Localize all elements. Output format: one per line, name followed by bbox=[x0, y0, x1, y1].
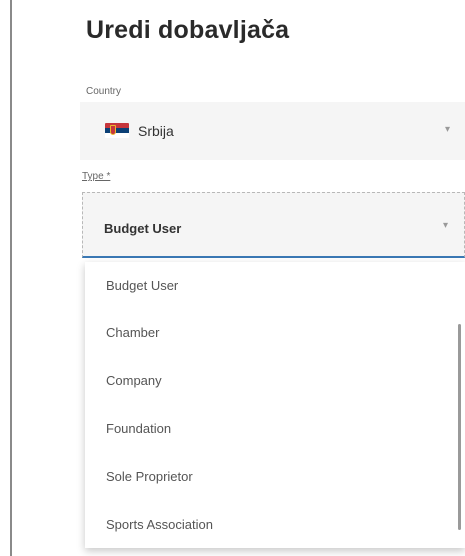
type-label: Type * bbox=[82, 171, 111, 182]
type-option-foundation[interactable]: Foundation bbox=[85, 404, 465, 452]
serbia-flag-icon bbox=[105, 123, 129, 138]
type-option-sports-association[interactable]: Sports Association bbox=[85, 500, 465, 548]
type-selected-value: Budget User bbox=[104, 221, 182, 236]
edit-supplier-page: Uredi dobavljača Country Srbija ▾ Type *… bbox=[0, 0, 465, 556]
left-divider bbox=[10, 0, 12, 556]
type-option-chamber[interactable]: Chamber bbox=[85, 308, 465, 356]
chevron-down-icon: ▾ bbox=[443, 220, 449, 231]
type-options-dropdown: Budget User Chamber Company Foundation S… bbox=[85, 262, 465, 548]
type-option-company[interactable]: Company bbox=[85, 356, 465, 404]
country-label: Country bbox=[86, 86, 122, 97]
chevron-down-icon: ▾ bbox=[445, 124, 451, 135]
country-select[interactable]: Srbija ▾ bbox=[80, 102, 465, 160]
type-option-sole-proprietor[interactable]: Sole Proprietor bbox=[85, 452, 465, 500]
type-option-budget-user[interactable]: Budget User bbox=[85, 262, 465, 308]
type-select[interactable]: Budget User ▾ bbox=[82, 192, 465, 258]
dropdown-scrollbar[interactable] bbox=[458, 324, 461, 530]
country-selected-value: Srbija bbox=[138, 123, 174, 139]
page-title: Uredi dobavljača bbox=[86, 16, 290, 44]
